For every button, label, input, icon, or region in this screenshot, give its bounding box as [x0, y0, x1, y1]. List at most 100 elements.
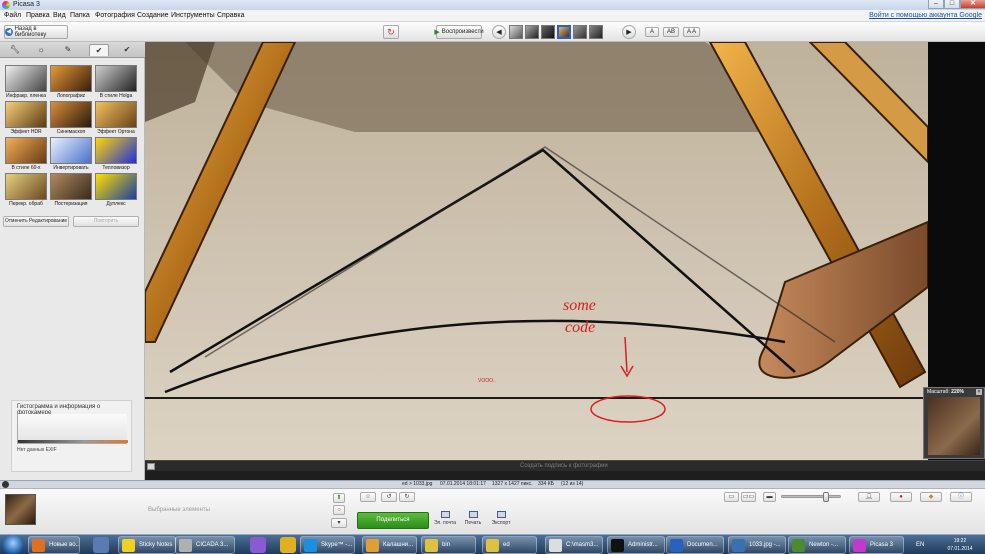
- pinned-app-icon[interactable]: [93, 537, 109, 553]
- caption-mode-aa[interactable]: A A: [683, 27, 700, 37]
- photo-canvas[interactable]: some code VOOO..: [145, 42, 928, 460]
- star-icon[interactable]: ☆: [360, 492, 376, 502]
- zoom-slider[interactable]: [781, 492, 841, 502]
- previous-photo-button[interactable]: ◀: [492, 25, 506, 39]
- taskbar-task[interactable]: Новые во...: [28, 536, 80, 554]
- zoom-navigator[interactable]: Масштаб: 220% ×: [923, 387, 985, 459]
- effect-thumbnail[interactable]: Постеризация: [50, 173, 92, 208]
- effect-thumbnail[interactable]: Инвертировать: [50, 137, 92, 172]
- menu-folder[interactable]: Папка: [70, 10, 90, 22]
- rotate-icon[interactable]: ↻: [383, 25, 399, 39]
- maximize-button[interactable]: □: [944, 0, 960, 9]
- google-login-link[interactable]: Войти с помощью аккаунта Google: [869, 10, 982, 22]
- thumbnail[interactable]: [573, 25, 587, 39]
- rotate-right-icon[interactable]: ↻: [399, 492, 415, 502]
- effect-thumbnail[interactable]: Эффект HDR: [5, 101, 47, 136]
- bottom-tray: Выбранные элементы ⬆ ○ ▾ ☆ ↺ ↻ Поделитьс…: [0, 488, 985, 534]
- taskbar-task[interactable]: bin: [421, 536, 476, 554]
- taskbar-task[interactable]: Picasa 3: [849, 536, 904, 554]
- taskbar-task[interactable]: CICADA 3...: [175, 536, 235, 554]
- view-compare-icon[interactable]: ▭▭: [741, 492, 756, 502]
- task-label: Newton -...: [809, 542, 839, 548]
- view-single-icon[interactable]: ▭: [724, 492, 739, 502]
- left-arrow-icon: ◀: [496, 29, 502, 36]
- effect-thumbnail[interactable]: В стиле Holga: [95, 65, 137, 100]
- effect-preview: [5, 173, 47, 200]
- export-button[interactable]: Экспорт: [488, 511, 514, 526]
- effect-label: Синемаскоп: [56, 129, 86, 135]
- effect-thumbnail[interactable]: Синемаскоп: [50, 101, 92, 136]
- taskbar-task[interactable]: 1033.jpg -...: [728, 536, 786, 554]
- close-icon[interactable]: ×: [976, 389, 982, 395]
- selected-photo-thumbnail[interactable]: [5, 494, 36, 525]
- taskbar-task[interactable]: Newton -...: [788, 536, 846, 554]
- menu-create[interactable]: Создание: [137, 10, 169, 22]
- effects-icon[interactable]: ✔: [89, 44, 109, 56]
- taskbar-task[interactable]: C:\masm3...: [545, 536, 603, 554]
- start-button[interactable]: [2, 535, 24, 554]
- effect-thumbnail[interactable]: В стиле 60-х: [5, 137, 47, 172]
- caption-mode-ab[interactable]: AB: [663, 27, 679, 37]
- task-app-icon: [486, 539, 499, 552]
- wrench-icon[interactable]: 🔧︎: [5, 44, 25, 56]
- menu-edit[interactable]: Правка: [26, 10, 50, 22]
- effect-thumbnail[interactable]: Тепловизор: [95, 137, 137, 172]
- minimize-button[interactable]: –: [928, 0, 944, 9]
- menu-photo[interactable]: Фотография: [95, 10, 135, 22]
- brush-icon[interactable]: ✎: [58, 44, 78, 56]
- back-to-library-button[interactable]: ◀ Назад в библиотеку: [4, 25, 68, 39]
- thumbnail[interactable]: [541, 25, 555, 39]
- sun-icon[interactable]: ☼: [31, 44, 51, 56]
- redo-button[interactable]: Повторить: [73, 216, 139, 227]
- geotag-icon[interactable]: ●: [890, 492, 912, 502]
- caption-checkbox[interactable]: [147, 463, 155, 470]
- navigator-thumbnail[interactable]: [928, 397, 980, 455]
- play-slideshow-button[interactable]: ▶ Воспроизвести: [434, 25, 484, 39]
- effect-thumbnail[interactable]: Лопографиz: [50, 65, 92, 100]
- tag-icon[interactable]: ◆: [920, 492, 942, 502]
- thumbnail[interactable]: [589, 25, 603, 39]
- menu-view[interactable]: Вид: [53, 10, 66, 22]
- undo-edit-button[interactable]: Отменить Редактирование: [3, 216, 69, 227]
- thumbnail[interactable]: [525, 25, 539, 39]
- print-button[interactable]: Печать: [460, 511, 486, 526]
- clear-icon[interactable]: ○: [333, 505, 345, 515]
- caption-placeholder[interactable]: Создать подпись к фотографии: [520, 461, 608, 472]
- thumbnail[interactable]: [509, 25, 523, 39]
- pinned-app-icon[interactable]: [250, 537, 266, 553]
- taskbar-task[interactable]: Sticky Notes: [118, 536, 176, 554]
- zoom-slider-knob[interactable]: [822, 492, 829, 502]
- taskbar-task[interactable]: Калашни...: [362, 536, 417, 554]
- taskbar-task[interactable]: Administr...: [607, 536, 665, 554]
- taskbar-task[interactable]: Documen...: [666, 536, 724, 554]
- caption-bar[interactable]: Создать подпись к фотографии: [145, 460, 985, 471]
- close-button[interactable]: ✕: [960, 0, 985, 9]
- effect-thumbnail[interactable]: Инфракр. пленка: [5, 65, 47, 100]
- play-label: Воспроизвести: [441, 29, 484, 35]
- share-button[interactable]: Поделиться: [357, 512, 429, 529]
- tray-menu-icon[interactable]: ▾: [331, 518, 347, 528]
- taskbar-task[interactable]: ed: [482, 536, 537, 554]
- clock[interactable]: 19:22 07.01.2014: [943, 537, 977, 553]
- menu-tools[interactable]: Инструменты: [171, 10, 215, 22]
- info-panel-icon[interactable]: ⓘ: [950, 492, 972, 502]
- next-photo-button[interactable]: ▶: [622, 25, 636, 39]
- effect-thumbnail[interactable]: Перекр. обраб: [5, 173, 47, 208]
- zoom-out-icon[interactable]: ▬: [763, 492, 776, 502]
- menu-file[interactable]: Файл: [4, 10, 21, 22]
- people-icon[interactable]: 👤︎: [858, 492, 880, 502]
- rotate-left-icon[interactable]: ↺: [381, 492, 397, 502]
- effect-preview: [5, 101, 47, 128]
- menu-help[interactable]: Справка: [217, 10, 244, 22]
- language-indicator[interactable]: EN: [916, 535, 924, 554]
- effect-thumbnail[interactable]: Эффект Ортона: [95, 101, 137, 136]
- email-button[interactable]: Эл. почта: [432, 511, 458, 526]
- caption-mode-a[interactable]: A: [645, 27, 659, 37]
- chrome-icon[interactable]: [280, 537, 296, 553]
- thumbnail-selected[interactable]: [557, 25, 571, 39]
- pin-icon[interactable]: ⬆: [333, 493, 345, 503]
- effects2-icon[interactable]: ✔: [117, 44, 137, 56]
- window-title: Picasa 3: [13, 1, 40, 8]
- taskbar-task[interactable]: Skype™ -...: [300, 536, 355, 554]
- effect-thumbnail[interactable]: Дуплекс: [95, 173, 137, 208]
